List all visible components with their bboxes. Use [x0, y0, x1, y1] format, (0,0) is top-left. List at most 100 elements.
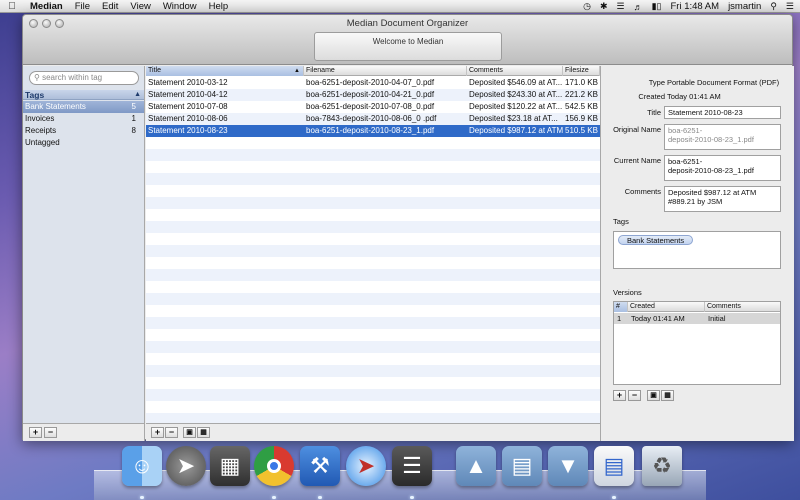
restore-version-button[interactable]: ▣: [647, 390, 660, 401]
time-machine-icon[interactable]: ◷: [583, 1, 591, 12]
documents-folder-icon[interactable]: ▤: [502, 446, 542, 486]
column-filename[interactable]: Filename: [304, 66, 467, 76]
table-row[interactable]: Statement 2010-04-12 boa-6251-deposit-20…: [146, 89, 600, 101]
tags-token-field[interactable]: Bank Statements: [613, 231, 781, 269]
tags-header-label: Tags: [25, 90, 45, 100]
remove-tag-button[interactable]: −: [44, 427, 57, 438]
menu-view[interactable]: View: [124, 1, 156, 12]
current-name-field[interactable]: boa-6251- deposit-2010-08-23_1.pdf: [664, 155, 781, 181]
current-name-line-2: deposit-2010-08-23_1.pdf: [668, 166, 754, 175]
cell-comments: Deposited $987.12 at ATM: [469, 126, 563, 135]
table-rows: Statement 2010-03-12 boa-6251-deposit-20…: [146, 77, 600, 137]
photo-browser-icon[interactable]: ▦: [210, 446, 250, 486]
table-row[interactable]: Statement 2010-03-12 boa-6251-deposit-20…: [146, 77, 600, 89]
table-row-selected[interactable]: Statement 2010-08-23 boa-6251-deposit-20…: [146, 125, 600, 137]
tag-token[interactable]: Bank Statements: [618, 235, 694, 245]
cell-title: Statement 2010-04-12: [148, 90, 228, 99]
xcode-icon[interactable]: ⚒: [300, 446, 340, 486]
column-title[interactable]: Title ▲: [146, 66, 304, 76]
table-footer: + − ▣ ▦: [146, 423, 600, 441]
notification-center-icon[interactable]: ☰: [786, 1, 794, 12]
remove-version-button[interactable]: −: [628, 390, 641, 401]
version-comments: Initial: [708, 314, 726, 323]
cell-filename: boa-6251-deposit-2010-07-08_0.pdf: [306, 102, 435, 111]
menu-bar:  Median File Edit View Window Help ◷ ✱ …: [0, 0, 800, 13]
tag-count: 1: [131, 114, 136, 123]
menu-app[interactable]: Median: [24, 1, 69, 12]
tag-name: Untagged: [25, 138, 60, 147]
sidebar-item-bank-statements[interactable]: Bank Statements 5: [23, 101, 144, 113]
original-name-field: boa-6251- deposit-2010-08-23_1.pdf: [664, 124, 781, 150]
trash-icon[interactable]: ♻: [642, 446, 682, 486]
cell-filename: boa-7843-deposit-2010-08-06_0 .pdf: [306, 114, 437, 123]
versions-column-created[interactable]: Created: [628, 302, 705, 312]
comments-label: Comments: [624, 187, 661, 196]
menu-edit[interactable]: Edit: [96, 1, 124, 12]
tag-count: 8: [131, 126, 136, 135]
column-title-label: Title: [148, 67, 161, 74]
sidebar-footer: + −: [23, 423, 145, 441]
versions-row[interactable]: 1 Today 01:41 AM Initial: [614, 313, 780, 324]
details-pane: Type Portable Document Format (PDF) Crea…: [600, 66, 794, 441]
column-filesize[interactable]: Filesize: [563, 66, 600, 76]
comments-field[interactable]: Deposited $987.12 at ATM #889.21 by JSM: [664, 186, 781, 212]
column-comments[interactable]: Comments: [467, 66, 563, 76]
tag-search-field[interactable]: ⚲ search within tag: [29, 71, 139, 85]
menu-clock[interactable]: Fri 1:48 AM: [670, 1, 719, 12]
current-name-line-1: boa-6251-: [668, 157, 703, 166]
applications-folder-icon[interactable]: ▲: [456, 446, 496, 486]
title-field[interactable]: Statement 2010-08-23: [664, 106, 781, 119]
wifi-icon[interactable]: ☰: [617, 1, 625, 12]
running-indicator: [410, 496, 414, 499]
add-version-button[interactable]: +: [613, 390, 626, 401]
add-document-button[interactable]: +: [151, 427, 164, 438]
cell-filename: boa-6251-deposit-2010-04-21_0.pdf: [306, 90, 435, 99]
menu-window[interactable]: Window: [157, 1, 203, 12]
versions-column-number[interactable]: #: [614, 302, 628, 312]
original-name-line-1: boa-6251-: [668, 126, 703, 135]
tags-header[interactable]: Tags ▲: [23, 90, 144, 100]
tag-document-button[interactable]: ▣: [183, 427, 196, 438]
sidebar-item-invoices[interactable]: Invoices 1: [23, 113, 144, 125]
dock: ☺ ➤ ▦ ⚒ ➤ ☰ ▲ ▤ ▼ ▤ ♻: [94, 446, 706, 500]
versions-column-comments[interactable]: Comments: [705, 302, 780, 312]
add-tag-button[interactable]: +: [29, 427, 42, 438]
table-row[interactable]: Statement 2010-07-08 boa-6251-deposit-20…: [146, 101, 600, 113]
cell-filesize: 171.0 KB: [565, 78, 598, 87]
battery-icon[interactable]: ▮▯: [652, 1, 662, 12]
volume-icon[interactable]: ♬: [634, 2, 643, 12]
finder-icon[interactable]: ☺: [122, 446, 162, 486]
running-indicator: [272, 496, 276, 499]
menu-help[interactable]: Help: [203, 1, 235, 12]
remove-document-button[interactable]: −: [165, 427, 178, 438]
preview-window-icon[interactable]: ▤: [594, 446, 634, 486]
table-row[interactable]: Statement 2010-08-06 boa-7843-deposit-20…: [146, 113, 600, 125]
type-label: Type: [648, 78, 665, 87]
menu-file[interactable]: File: [69, 1, 96, 12]
tag-name: Invoices: [25, 114, 55, 123]
running-indicator: [612, 496, 616, 499]
search-icon: ⚲: [34, 73, 40, 82]
document-table: Title ▲ Filename Comments Filesize State…: [146, 66, 600, 423]
comments-line-2: #889.21 by JSM: [668, 197, 723, 206]
cell-title: Statement 2010-03-12: [148, 78, 228, 87]
save-version-button[interactable]: ▦: [661, 390, 674, 401]
bluetooth-icon[interactable]: ✱: [600, 1, 608, 12]
created-value: Today 01:41 AM: [667, 92, 721, 101]
median-app-icon[interactable]: ☰: [392, 446, 432, 486]
downloads-folder-icon[interactable]: ▼: [548, 446, 588, 486]
apple-menu-icon[interactable]: : [0, 1, 24, 12]
safari-icon[interactable]: ➤: [346, 446, 386, 486]
tags-section-label: Tags: [613, 217, 629, 226]
sidebar-item-untagged[interactable]: Untagged: [23, 137, 144, 149]
sort-ascending-icon: ▲: [294, 68, 300, 74]
original-name-line-2: deposit-2010-08-23_1.pdf: [668, 135, 754, 144]
launchpad-icon[interactable]: ➤: [166, 446, 206, 486]
tag-name: Bank Statements: [25, 102, 86, 111]
sidebar-item-receipts[interactable]: Receipts 8: [23, 125, 144, 137]
save-document-button[interactable]: ▦: [197, 427, 210, 438]
spotlight-icon[interactable]: ⚲: [770, 1, 777, 12]
created-label: Created: [638, 92, 665, 101]
menu-user[interactable]: jsmartin: [728, 1, 761, 12]
chrome-icon[interactable]: [254, 446, 294, 486]
